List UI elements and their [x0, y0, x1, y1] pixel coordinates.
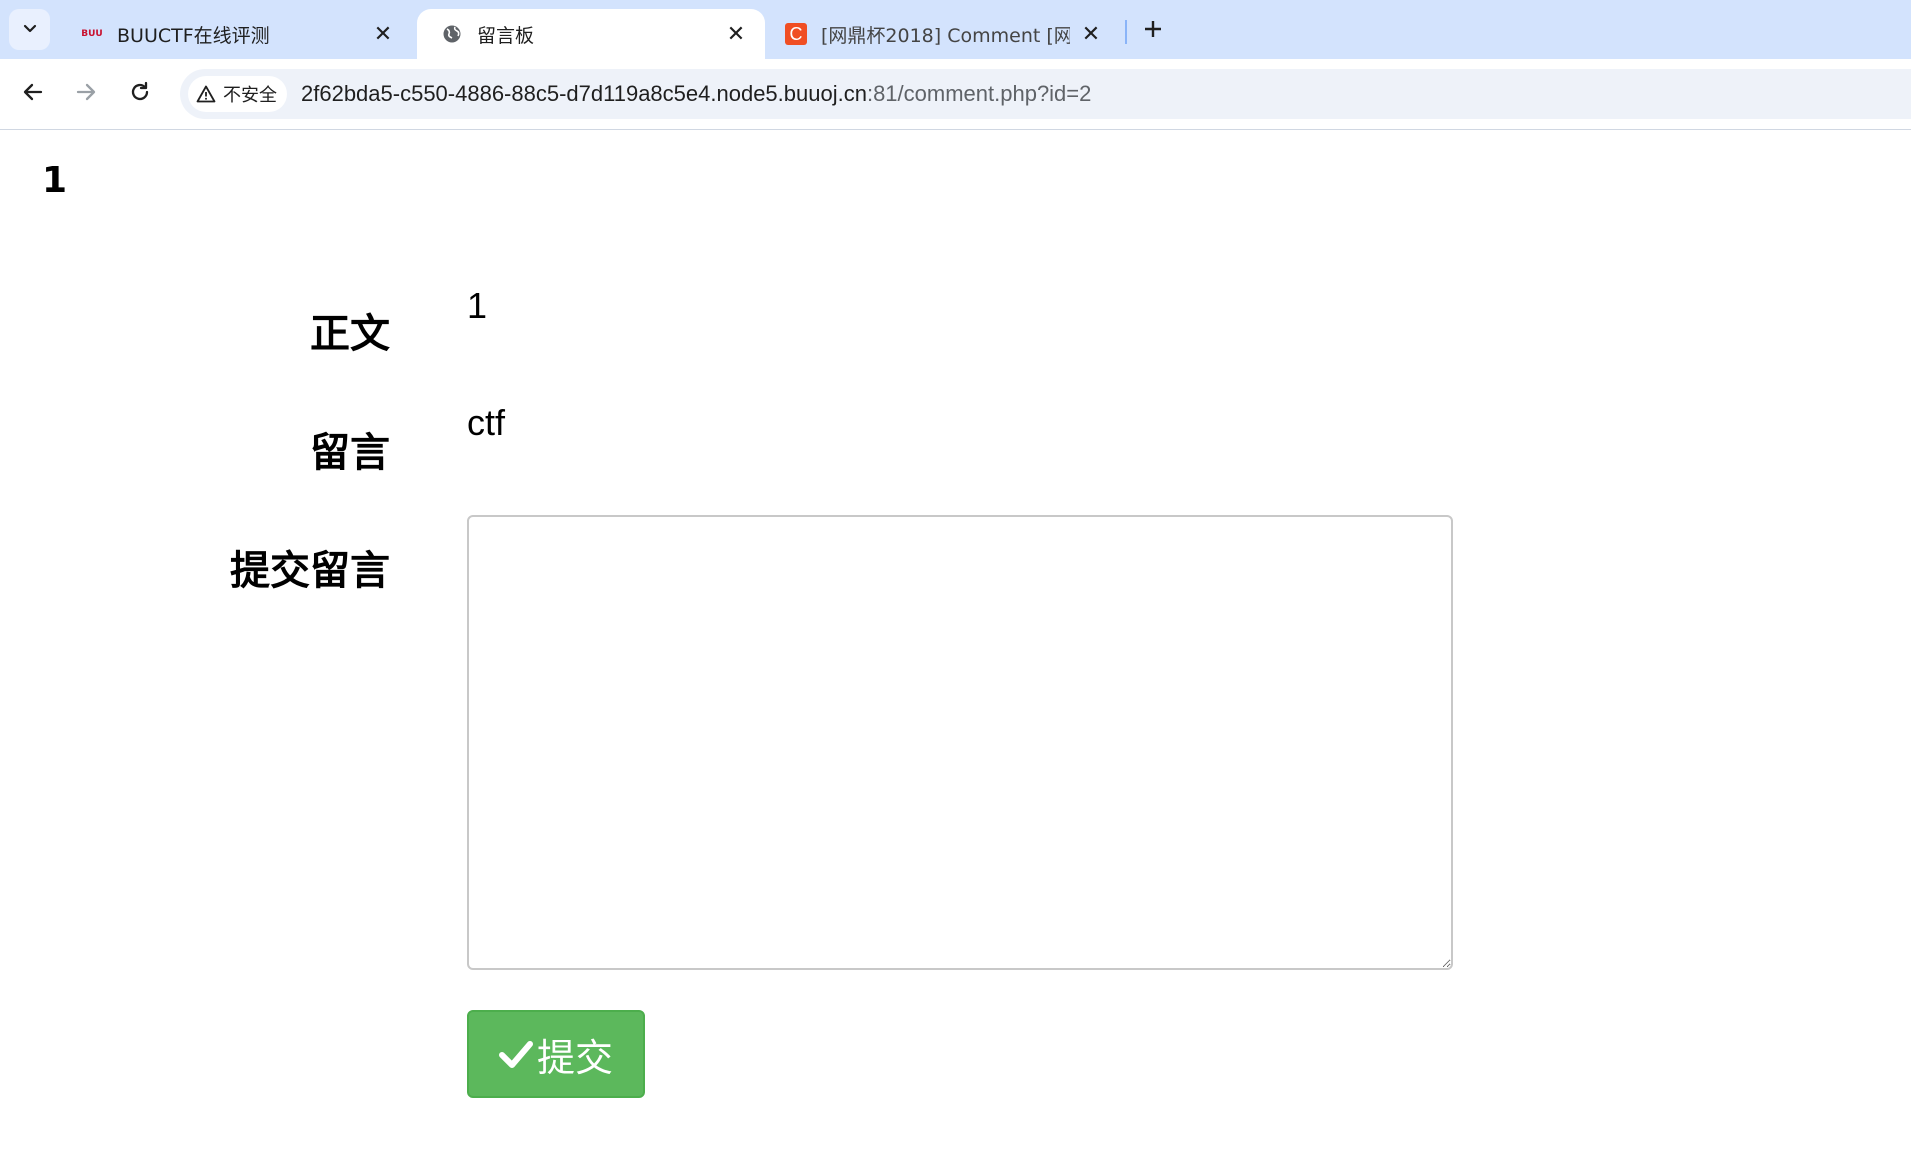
close-icon[interactable]: ✕: [723, 21, 749, 47]
back-button[interactable]: [14, 75, 52, 113]
page-content: 1 正文 1 留言 ctf 提交留言 提交: [0, 130, 1911, 1157]
chevron-down-icon: [22, 20, 38, 40]
tab-wangding[interactable]: C [网鼎杯2018] Comment [网鼎 ✕: [765, 9, 1120, 59]
comment-textarea[interactable]: [467, 515, 1453, 970]
message-value: ctf: [467, 402, 506, 443]
reload-icon: [129, 81, 151, 107]
security-indicator[interactable]: 不安全: [188, 76, 287, 112]
message-label: 留言: [310, 430, 390, 476]
page-title: 1: [42, 160, 68, 201]
close-icon[interactable]: ✕: [1078, 21, 1104, 47]
tab-title: BUUCTF在线评测: [117, 24, 270, 47]
plus-icon: [1143, 12, 1163, 47]
submit-comment-label: 提交留言: [230, 548, 390, 594]
submit-label: 提交: [536, 1035, 613, 1080]
url-path: :81/comment.php?id=2: [866, 81, 1092, 106]
tab-title: [网鼎杯2018] Comment [网鼎: [821, 24, 1070, 47]
browser-toolbar: 不安全 2f62bda5-c550-4886-88c5-d7d119a8c5e4…: [0, 59, 1911, 130]
submit-button[interactable]: 提交: [467, 1010, 645, 1098]
forward-button[interactable]: [67, 75, 105, 113]
url-host: 2f62bda5-c550-4886-88c5-d7d119a8c5e4.nod…: [301, 81, 867, 106]
tab-separator: [1125, 20, 1127, 44]
security-label: 不安全: [223, 85, 277, 106]
tab-buuctf[interactable]: BUU BUUCTF在线评测 ✕: [57, 9, 412, 59]
tab-strip: BUU BUUCTF在线评测 ✕ 留言板 ✕ C [网鼎杯2018] Comme…: [0, 0, 1911, 59]
check-icon: [498, 1039, 533, 1069]
address-bar[interactable]: 不安全 2f62bda5-c550-4886-88c5-d7d119a8c5e4…: [180, 69, 1911, 119]
reload-button[interactable]: [121, 75, 159, 113]
new-tab-button[interactable]: [1136, 12, 1170, 46]
tab-title: 留言板: [477, 24, 535, 47]
url-text[interactable]: 2f62bda5-c550-4886-88c5-d7d119a8c5e4.nod…: [301, 69, 1091, 119]
c-favicon-icon: C: [785, 23, 807, 45]
close-icon[interactable]: ✕: [370, 21, 396, 47]
body-label: 正文: [310, 311, 390, 357]
tab-search-button[interactable]: [9, 9, 50, 50]
arrow-right-icon: [75, 81, 97, 107]
globe-icon: [441, 23, 463, 45]
warning-icon: [196, 85, 216, 103]
body-value: 1: [467, 285, 488, 326]
arrow-left-icon: [22, 81, 44, 107]
buuctf-favicon-icon: BUU: [81, 29, 103, 39]
tab-comment-board[interactable]: 留言板 ✕: [417, 9, 765, 59]
